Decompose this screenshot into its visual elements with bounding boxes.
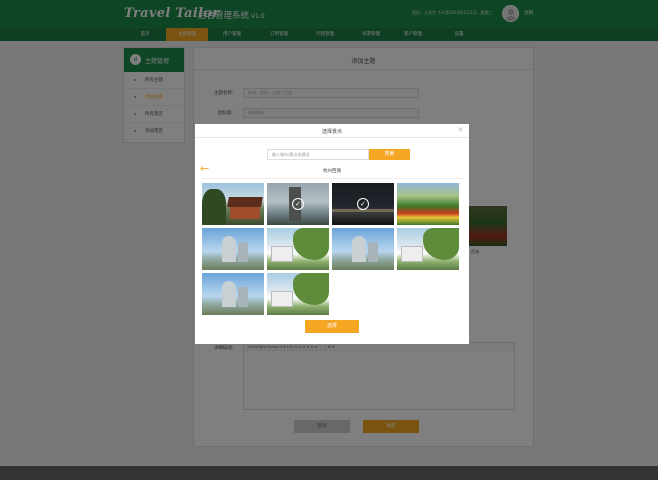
building-shape: [271, 246, 293, 262]
close-icon[interactable]: ×: [457, 126, 464, 134]
select-spot-modal: 选择景点 × 输入城市/景点关键词 搜索 ← 杭州西湖 ✓ ✓ 选择: [195, 124, 469, 344]
search-button[interactable]: 搜索: [369, 149, 410, 160]
tree-shape: [202, 189, 226, 225]
group-divider: [201, 178, 463, 179]
arch-shape: [222, 236, 236, 262]
modal-divider: [195, 137, 469, 138]
wall-shape: [230, 207, 260, 219]
check-icon: ✓: [357, 198, 369, 210]
arch-shape: [352, 236, 366, 262]
spot-search-input[interactable]: 输入城市/景点关键词: [267, 149, 369, 160]
spot-thumb-selected[interactable]: ✓: [267, 183, 329, 225]
check-icon: ✓: [292, 198, 304, 210]
spot-thumb[interactable]: [267, 273, 329, 315]
spot-thumb[interactable]: [202, 228, 264, 270]
roof-shape: [227, 197, 263, 207]
select-button[interactable]: 选择: [305, 320, 359, 333]
spot-thumb[interactable]: [397, 228, 459, 270]
spot-thumb[interactable]: [397, 183, 459, 225]
spot-thumb[interactable]: [202, 273, 264, 315]
thumb-bg: [397, 183, 459, 225]
spot-thumb-selected[interactable]: ✓: [332, 183, 394, 225]
spot-thumb[interactable]: [332, 228, 394, 270]
building-shape: [271, 291, 293, 307]
spot-thumb[interactable]: [267, 228, 329, 270]
spot-group-label: 杭州西湖: [323, 169, 341, 174]
building-shape: [401, 246, 423, 262]
footer-bar: [0, 466, 658, 480]
arch-shape: [238, 242, 248, 262]
spot-thumb[interactable]: [202, 183, 264, 225]
arch-shape: [238, 287, 248, 307]
arch-shape: [368, 242, 378, 262]
arch-shape: [222, 281, 236, 307]
modal-title: 选择景点: [321, 129, 342, 135]
